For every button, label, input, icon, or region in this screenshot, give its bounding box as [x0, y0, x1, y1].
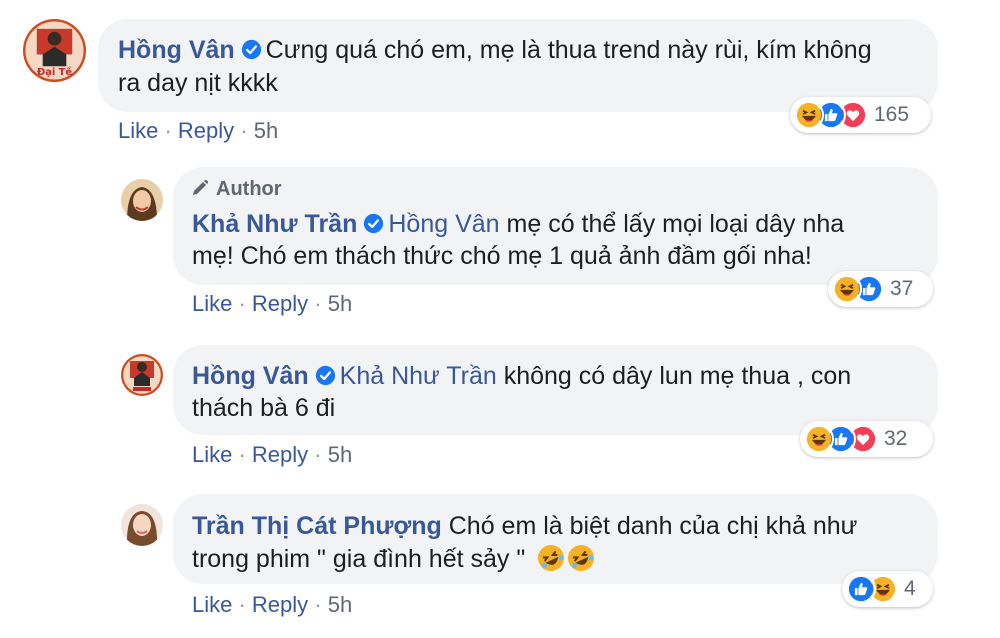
- comment-author[interactable]: Trần Thị Cát Phượng: [192, 512, 442, 540]
- separator-dot: ·: [234, 118, 254, 143]
- comment-author[interactable]: Hồng Vân: [118, 36, 235, 64]
- author-badge: Author: [190, 177, 282, 201]
- verified-badge-icon: [315, 365, 335, 386]
- reply-link[interactable]: Reply: [252, 442, 308, 467]
- avatar[interactable]: Đại Tề: [23, 19, 86, 82]
- avatar[interactable]: [121, 504, 163, 546]
- separator-dot: ·: [158, 118, 178, 143]
- rofl-emoji-icon: [568, 545, 595, 571]
- comment-text-line: Chó em là biệt danh của chị khả như: [448, 512, 858, 540]
- separator-dot: ·: [308, 442, 328, 467]
- reaction-count: 4: [904, 577, 916, 600]
- reply-link[interactable]: Reply: [178, 118, 234, 143]
- comment-text-line: Cưng quá chó em, mẹ là thua trend này rù…: [265, 36, 872, 64]
- pencil-icon: [193, 179, 209, 195]
- reply-link[interactable]: Reply: [252, 291, 308, 316]
- avatar[interactable]: [121, 354, 163, 396]
- comment-text-line: mẹ! Chó em thách thức chó mẹ 1 quả ảnh đ…: [192, 242, 812, 270]
- timestamp[interactable]: 5h: [328, 291, 352, 316]
- separator-dot: ·: [232, 291, 252, 316]
- timestamp[interactable]: 5h: [328, 442, 352, 467]
- timestamp[interactable]: 5h: [328, 592, 352, 617]
- haha-icon: [794, 100, 824, 130]
- reaction-summary[interactable]: 37: [828, 271, 933, 307]
- separator-dot: ·: [308, 291, 328, 316]
- verified-badge-icon: [241, 39, 261, 60]
- reaction-summary[interactable]: 32: [800, 421, 933, 457]
- reply-link[interactable]: Reply: [252, 592, 308, 617]
- like-icon: [846, 574, 876, 604]
- comment-text-line: ra day nịt kkkk: [118, 69, 278, 97]
- comment-text-line: không có dây lun mẹ thua , con: [503, 362, 852, 390]
- separator-dot: ·: [308, 592, 328, 617]
- separator-dot: ·: [232, 592, 252, 617]
- comment-author[interactable]: Hồng Vân: [192, 362, 309, 390]
- svg-text:Đại Tề: Đại Tề: [37, 65, 72, 78]
- comment-author[interactable]: Khả Như Trần: [192, 210, 357, 238]
- like-link[interactable]: Like: [192, 291, 232, 316]
- reaction-count: 32: [884, 427, 908, 450]
- comment-text-line: trong phim " gia đình hết sảy ": [192, 545, 526, 573]
- like-link[interactable]: Like: [192, 442, 232, 467]
- mention-link[interactable]: Khả Như Trần: [340, 362, 497, 390]
- like-link[interactable]: Like: [118, 118, 158, 143]
- reaction-summary[interactable]: 4: [842, 571, 933, 607]
- reaction-count: 37: [890, 277, 914, 300]
- like-link[interactable]: Like: [192, 592, 232, 617]
- comment-text-line: mẹ có thể lấy mọi loại dây nha: [506, 210, 845, 238]
- mention-link[interactable]: Hồng Vân: [388, 210, 499, 238]
- avatar[interactable]: [121, 179, 163, 221]
- reaction-count: 165: [874, 103, 910, 126]
- comment-text-line: thách bà 6 đi: [192, 394, 336, 422]
- rofl-emoji-icon: [538, 545, 565, 571]
- haha-icon: [804, 424, 834, 454]
- separator-dot: ·: [232, 442, 252, 467]
- reaction-summary[interactable]: 165: [790, 97, 931, 133]
- verified-badge-icon: [364, 213, 384, 234]
- timestamp[interactable]: 5h: [254, 118, 278, 143]
- haha-icon: [832, 274, 862, 304]
